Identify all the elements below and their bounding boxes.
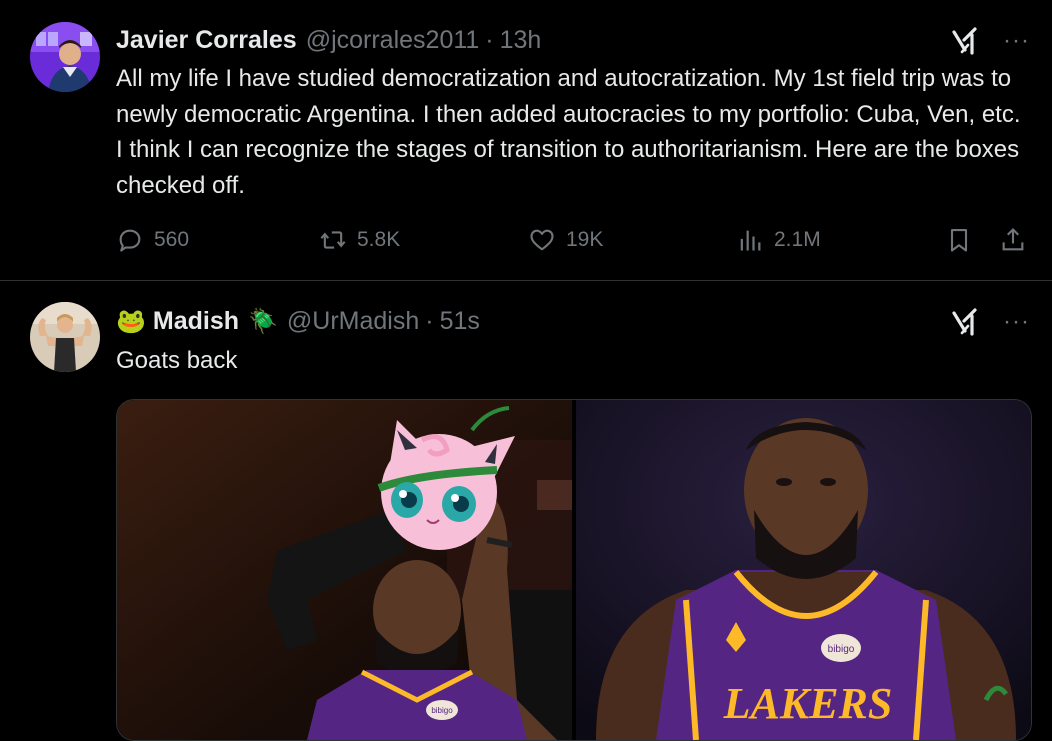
tweet-javier-corrales[interactable]: Javier Corrales @jcorrales2011 · 13h ···… [0, 0, 1052, 281]
tweet-header: Javier Corrales @jcorrales2011 · 13h [116, 24, 541, 56]
tweet-actions: 560 5.8K 19K 2.1M [116, 226, 1036, 258]
views-count: 2.1M [774, 228, 821, 251]
sponsor-patch: bibigo [431, 706, 453, 715]
tweet-text: Goats back [116, 347, 238, 374]
separator: · [485, 25, 494, 54]
author-handle[interactable]: @jcorrales2011 [306, 26, 480, 55]
media-image-right[interactable]: bibigo LAKERS [576, 400, 1031, 740]
grok-icon[interactable] [951, 307, 981, 337]
timestamp[interactable]: 13h [500, 26, 542, 55]
tweet-media[interactable]: bibigo bibigo LAKERS [116, 399, 1032, 741]
repost-icon [320, 231, 346, 249]
author-name[interactable]: Madish [153, 307, 239, 336]
media-image-left[interactable]: bibigo [117, 400, 572, 740]
jersey-text: LAKERS [723, 679, 893, 728]
author-name[interactable]: Javier Corrales [116, 26, 297, 55]
tweet-top-actions: ··· [951, 26, 1030, 56]
tweet-text: All my life I have studied democratizati… [116, 65, 1021, 199]
views-button[interactable]: 2.1M [736, 226, 821, 254]
repost-count: 5.8K [357, 228, 401, 251]
timestamp[interactable]: 51s [440, 307, 480, 336]
reply-icon [119, 229, 141, 252]
like-count: 19K [566, 228, 604, 251]
like-icon [530, 229, 554, 251]
reply-button[interactable]: 560 [116, 226, 189, 254]
author-handle[interactable]: @UrMadish [287, 307, 419, 336]
more-icon[interactable]: ··· [1003, 29, 1030, 53]
bookmark-icon [950, 229, 968, 252]
repost-button[interactable]: 5.8K [319, 226, 400, 254]
separator: · [425, 306, 434, 335]
reply-count: 560 [154, 228, 190, 251]
more-icon[interactable]: ··· [1003, 310, 1030, 334]
share-button[interactable] [999, 226, 1027, 254]
avatar[interactable] [30, 22, 100, 92]
tweet-header: 🐸 Madish 🪲 @UrMadish · 51s [116, 305, 480, 337]
share-icon [1002, 228, 1024, 251]
beetle-emoji: 🪲 [248, 307, 278, 335]
views-icon [740, 230, 761, 251]
bookmark-button[interactable] [945, 226, 973, 254]
sponsor-patch: bibigo [828, 644, 855, 655]
tweet-madish[interactable]: 🐸 Madish 🪲 @UrMadish · 51s ··· Goats bac… [0, 281, 1052, 741]
avatar[interactable] [30, 302, 100, 372]
tweet-top-actions: ··· [951, 307, 1030, 337]
frog-emoji: 🐸 [116, 307, 146, 335]
like-button[interactable]: 19K [528, 226, 603, 254]
grok-icon[interactable] [951, 26, 981, 56]
